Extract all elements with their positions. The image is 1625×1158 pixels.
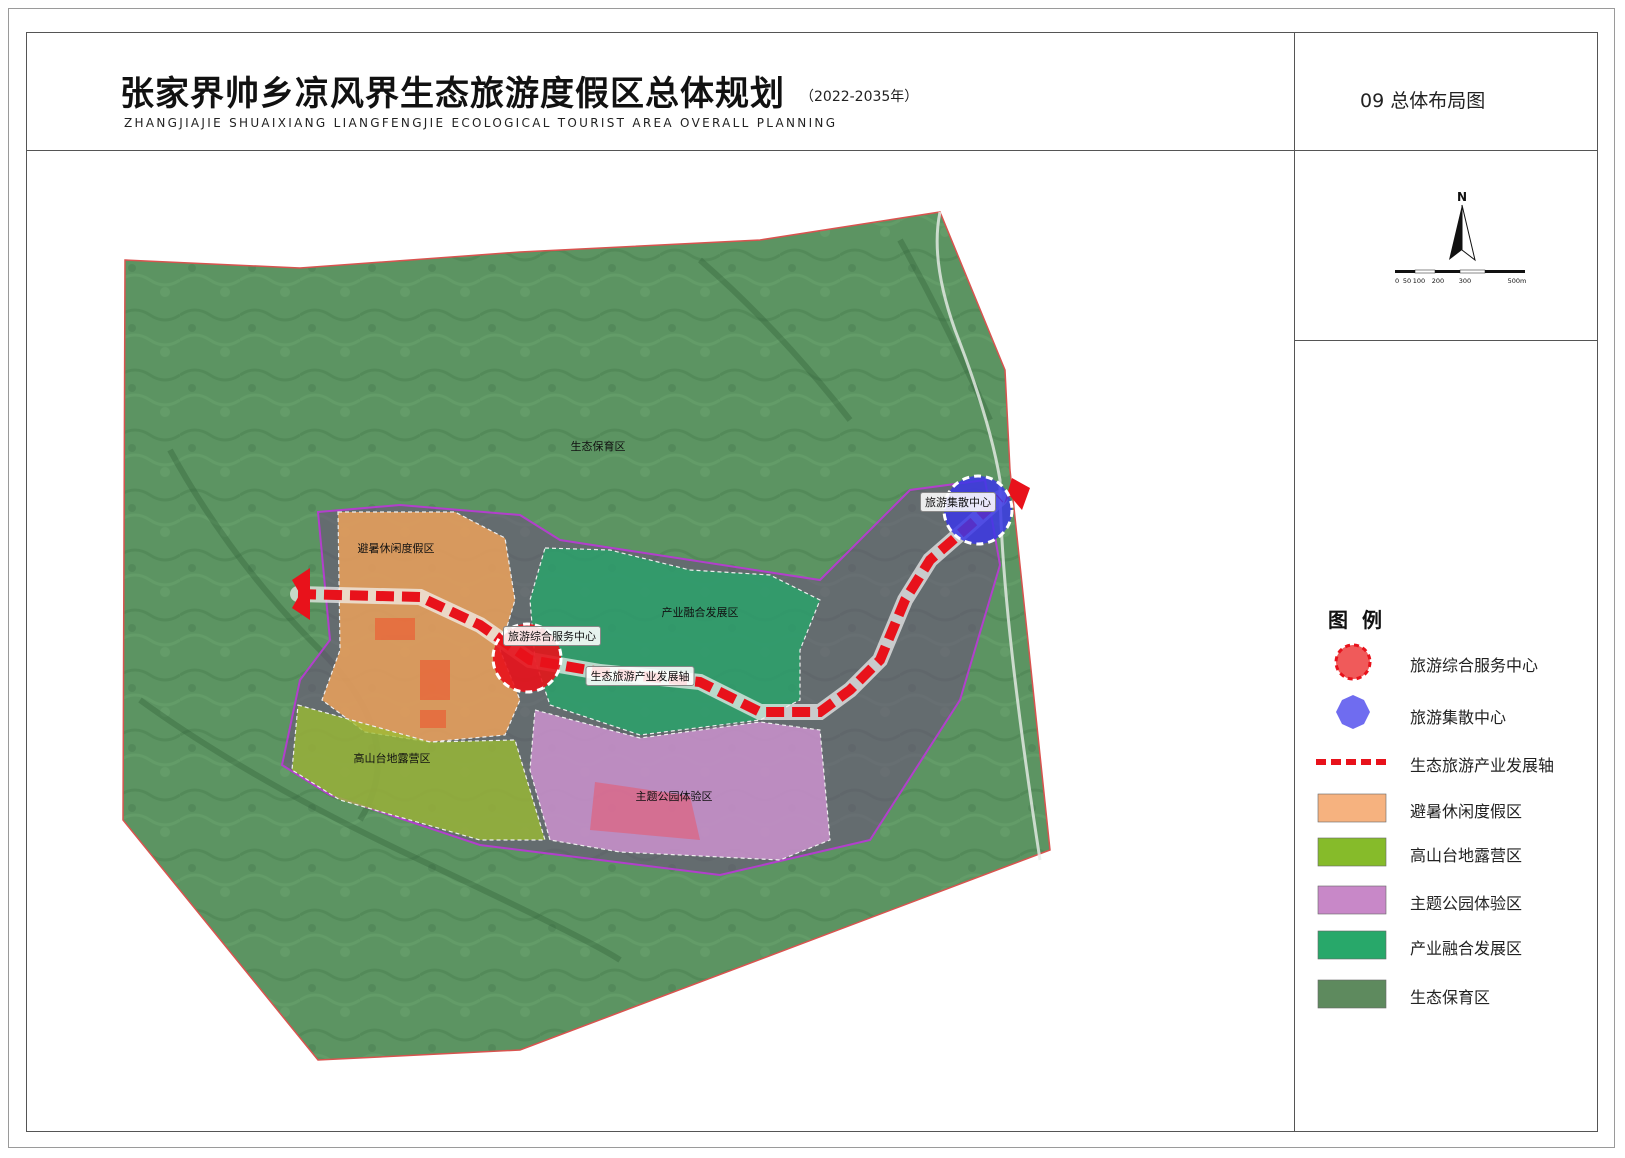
label-camping-zone: 高山台地露营区 — [353, 752, 431, 765]
legend-label-camping-zone: 高山台地露营区 — [1410, 846, 1523, 865]
planning-map — [122, 211, 1390, 1061]
label-service-center: 旅游综合服务中心 — [503, 626, 601, 646]
label-theme-park-zone: 主题公园体验区 — [635, 790, 713, 803]
legend-swatches — [1316, 643, 1390, 1009]
legend-label-industry-zone: 产业融合发展区 — [1410, 939, 1523, 958]
label-resort-zone: 避暑休闲度假区 — [357, 542, 435, 555]
legend-label-service-center: 旅游综合服务中心 — [1410, 656, 1539, 675]
label-development-axis: 生态旅游产业发展轴 — [585, 666, 695, 686]
label-dispersal-center: 旅游集散中心 — [920, 492, 996, 512]
legend-title: 图例 — [1328, 608, 1396, 632]
legend-label-eco-zone: 生态保育区 — [1410, 988, 1491, 1007]
legend-label-dispersal-center: 旅游集散中心 — [1410, 708, 1507, 727]
label-eco-zone: 生态保育区 — [570, 440, 626, 453]
dispersal-swatch-icon — [1336, 695, 1370, 729]
legend-label-resort-zone: 避暑休闲度假区 — [1410, 802, 1523, 821]
legend-label-theme-park-zone: 主题公园体验区 — [1410, 894, 1523, 913]
legend-label-development-axis: 生态旅游产业发展轴 — [1410, 756, 1555, 775]
label-industry-zone: 产业融合发展区 — [661, 606, 739, 619]
